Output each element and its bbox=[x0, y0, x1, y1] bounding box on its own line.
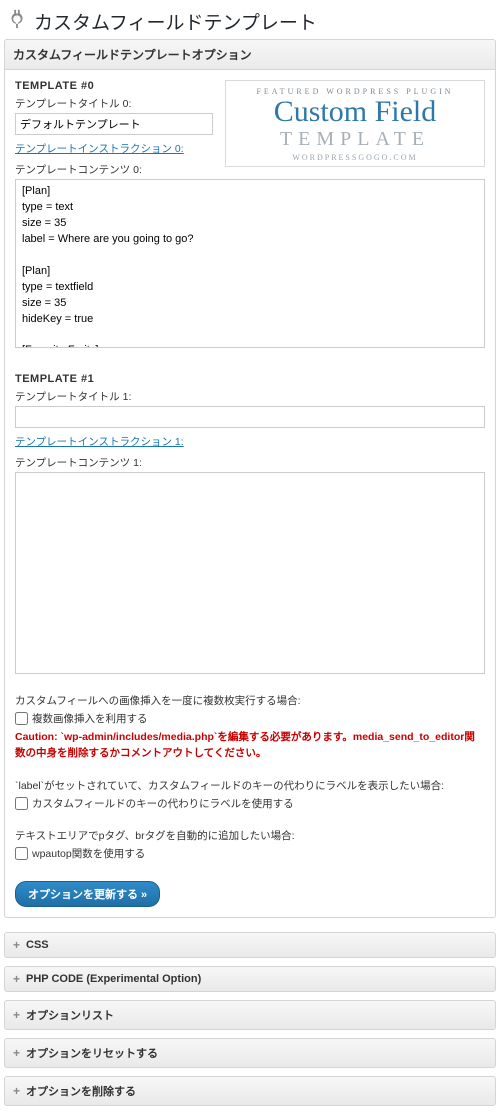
opt-multi-insert: カスタムフィールへの画像挿入を一度に複数枚実行する場合: 複数画像挿入を利用する… bbox=[15, 693, 485, 762]
template-1-heading: TEMPLATE #1 bbox=[15, 373, 485, 385]
options-panel-title: カスタムフィールドテンプレートオプション bbox=[13, 48, 252, 62]
promo-line2: Custom Field bbox=[230, 96, 480, 128]
template-1-title-input[interactable] bbox=[15, 406, 485, 428]
admin-page: カスタムフィールドテンプレート カスタムフィールドテンプレートオプション TEM… bbox=[0, 0, 500, 1116]
page-header: カスタムフィールドテンプレート bbox=[4, 6, 496, 39]
opt-wpautop: テキストエリアでpタグ、brタグを自動的に追加したい場合: wpautop関数を… bbox=[15, 828, 485, 863]
accordion-php[interactable]: + PHP CODE (Experimental Option) bbox=[4, 966, 496, 992]
opt-multi-insert-row[interactable]: 複数画像挿入を利用する bbox=[15, 711, 485, 727]
options-panel-header: カスタムフィールドテンプレートオプション bbox=[4, 39, 496, 70]
template-1-title-label: テンプレートタイトル 1: bbox=[15, 389, 485, 404]
opt-label-checkbox[interactable] bbox=[15, 797, 28, 810]
expand-icon: + bbox=[13, 1085, 20, 1097]
accordion-reset[interactable]: + オプションをリセットする bbox=[4, 1038, 496, 1068]
template-1-content-label: テンプレートコンテンツ 1: bbox=[15, 455, 485, 470]
options-panel-body: TEMPLATE #0 テンプレートタイトル 0: テンプレートインストラクショ… bbox=[4, 70, 496, 918]
save-button[interactable]: オプションを更新する » bbox=[15, 881, 160, 907]
template-1-content-textarea[interactable] bbox=[15, 472, 485, 673]
opt-multi-insert-intro: カスタムフィールへの画像挿入を一度に複数枚実行する場合: bbox=[15, 693, 485, 709]
template-1-block: TEMPLATE #1 テンプレートタイトル 1: テンプレートインストラクショ… bbox=[15, 373, 485, 676]
template-0-content-label: テンプレートコンテンツ 0: bbox=[15, 162, 215, 177]
submit-row: オプションを更新する » bbox=[15, 881, 485, 907]
accordion-php-label: PHP CODE (Experimental Option) bbox=[26, 973, 201, 985]
accordion-option-list-label: オプションリスト bbox=[26, 1007, 114, 1023]
opt-multi-insert-caution: Caution: `wp-admin/includes/media.php`を編… bbox=[15, 729, 485, 762]
accordion-css[interactable]: + CSS bbox=[4, 932, 496, 958]
opt-label-label: カスタムフィールドのキーの代わりにラベルを使用する bbox=[32, 796, 294, 812]
accordion-delete[interactable]: + オプションを削除する bbox=[4, 1076, 496, 1106]
accordion-reset-label: オプションをリセットする bbox=[26, 1045, 158, 1061]
template-0-block: TEMPLATE #0 テンプレートタイトル 0: テンプレートインストラクショ… bbox=[15, 80, 485, 179]
expand-icon: + bbox=[13, 973, 20, 985]
opt-wpautop-row[interactable]: wpautop関数を使用する bbox=[15, 846, 485, 862]
template-0-title-input[interactable] bbox=[15, 113, 213, 135]
expand-icon: + bbox=[13, 1047, 20, 1059]
opt-wpautop-checkbox[interactable] bbox=[15, 847, 28, 860]
promo-line3: TEMPLATE bbox=[230, 128, 480, 151]
accordion-css-label: CSS bbox=[26, 939, 49, 951]
opt-wpautop-label: wpautop関数を使用する bbox=[32, 846, 145, 862]
opt-label-intro: `label`がセットされていて、カスタムフィールドのキーの代わりにラベルを表示… bbox=[15, 778, 485, 794]
promo-banner: FEATURED WORDPRESS PLUGIN Custom Field T… bbox=[225, 80, 485, 167]
opt-label-row[interactable]: カスタムフィールドのキーの代わりにラベルを使用する bbox=[15, 796, 485, 812]
template-0-instruction-link[interactable]: テンプレートインストラクション 0: bbox=[15, 141, 184, 156]
plugin-icon bbox=[6, 8, 28, 35]
template-0-title-label: テンプレートタイトル 0: bbox=[15, 96, 215, 111]
opt-multi-insert-label: 複数画像挿入を利用する bbox=[32, 711, 148, 727]
page-title: カスタムフィールドテンプレート bbox=[34, 8, 317, 35]
template-0-heading: TEMPLATE #0 bbox=[15, 80, 215, 92]
accordion-option-list[interactable]: + オプションリスト bbox=[4, 1000, 496, 1030]
promo-line4: WORDPRESSGOGO.COM bbox=[230, 153, 480, 162]
template-1-instruction-link[interactable]: テンプレートインストラクション 1: bbox=[15, 434, 184, 449]
expand-icon: + bbox=[13, 1009, 20, 1021]
opt-wpautop-intro: テキストエリアでpタグ、brタグを自動的に追加したい場合: bbox=[15, 828, 485, 844]
template-0-content-textarea[interactable] bbox=[15, 179, 485, 348]
expand-icon: + bbox=[13, 939, 20, 951]
accordion-delete-label: オプションを削除する bbox=[26, 1083, 136, 1099]
opt-multi-insert-checkbox[interactable] bbox=[15, 712, 28, 725]
opt-label: `label`がセットされていて、カスタムフィールドのキーの代わりにラベルを表示… bbox=[15, 778, 485, 813]
